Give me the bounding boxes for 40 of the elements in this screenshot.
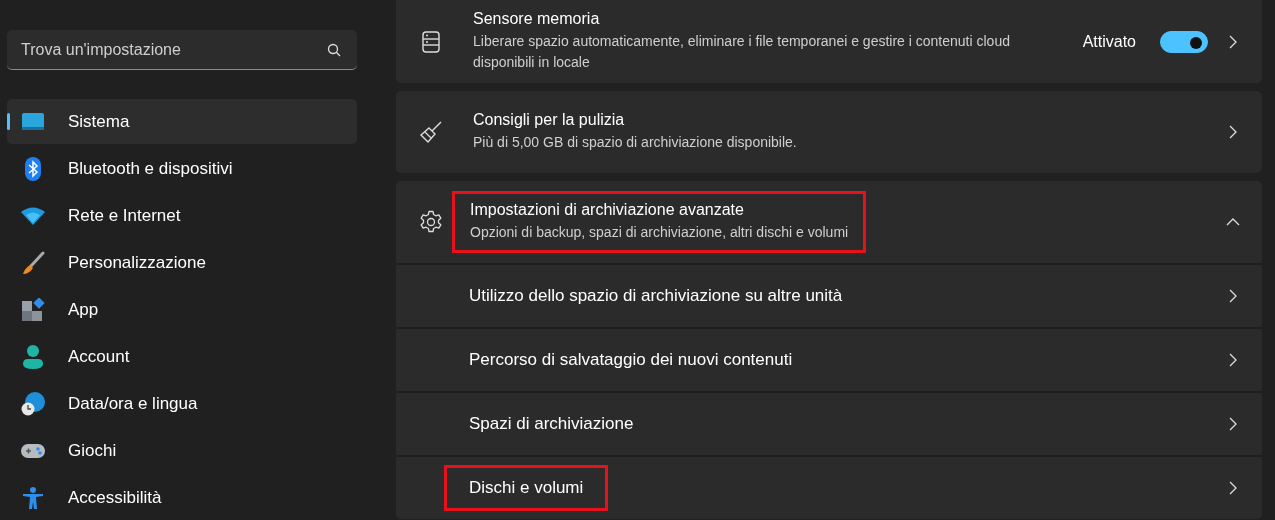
toggle-switch[interactable] — [1160, 30, 1208, 53]
settings-row[interactable]: Utilizzo dello spazio di archiviazione su altre unità — [396, 263, 1262, 327]
card-description: Opzioni di backup, spazi di archiviazione, altri dischi e volumi — [470, 223, 849, 242]
sidebar-item[interactable]: Account — [7, 334, 357, 379]
card-description: Più di 5,00 GB di spazio di archiviazione disponibile. — [473, 133, 798, 152]
sidebar-item[interactable]: Rete e Internet — [7, 193, 357, 238]
card-title: Consigli per la pulizia — [473, 111, 626, 129]
card-title: Impostazioni di archiviazione avanzate — [470, 201, 745, 219]
accessibility-icon — [20, 485, 46, 510]
sidebar-item[interactable]: Bluetooth e dispositivi — [7, 146, 357, 191]
person-icon — [20, 343, 46, 370]
sidebar-item[interactable]: Data/ora e lingua — [7, 381, 357, 426]
settings-row[interactable]: Percorso di salvataggio dei nuovi contenuti — [396, 327, 1262, 391]
sidebar-item[interactable]: Accessibilità — [7, 475, 357, 520]
card-description: Liberare spazio automaticamente, eliminare i file temporanei e gestire i contenuti cloud disponibili in locale — [473, 32, 1011, 72]
broom-icon — [418, 120, 444, 144]
search-icon — [327, 43, 341, 57]
apps-icon — [20, 297, 46, 322]
row-label: Dischi e volumi — [469, 478, 584, 497]
row-label: Utilizzo dello spazio di archiviazione su altre unità — [469, 286, 843, 305]
sidebar-item[interactable]: Sistema — [7, 99, 357, 144]
row-label: Percorso di salvataggio dei nuovi contenuti — [469, 350, 793, 369]
sidebar-item[interactable]: Personalizzazione — [7, 240, 357, 285]
search-field[interactable]: Trova un'impostazione — [7, 30, 357, 70]
card-title: Sensore memoria — [473, 10, 601, 28]
settings-card[interactable]: Sensore memoria Liberare spazio automaticamente, eliminare i file temporanei e gestire i contenuti cloud disponibili in locale Attivato — [396, 0, 1262, 83]
wifi-icon — [20, 205, 46, 226]
sidebar-item[interactable]: App — [7, 287, 357, 332]
settings-card[interactable] — [396, 181, 1262, 519]
brush-icon — [20, 250, 46, 275]
sidebar-item[interactable]: Giochi — [7, 428, 357, 473]
settings-icon — [418, 210, 444, 234]
settings-card[interactable]: Consigli per la pulizia Più di 5,00 GB di spazio di archiviazione disponibile. — [396, 91, 1262, 173]
toggle-label: Attivato — [1082, 32, 1136, 51]
globe-clock-icon — [20, 390, 46, 417]
settings-row[interactable]: Spazi di archiviazione — [396, 391, 1262, 455]
monitor-icon — [20, 111, 46, 132]
row-label: Spazi di archiviazione — [469, 414, 634, 433]
gamepad-icon — [20, 441, 46, 460]
settings-row[interactable]: Dischi e volumi — [396, 455, 1262, 519]
